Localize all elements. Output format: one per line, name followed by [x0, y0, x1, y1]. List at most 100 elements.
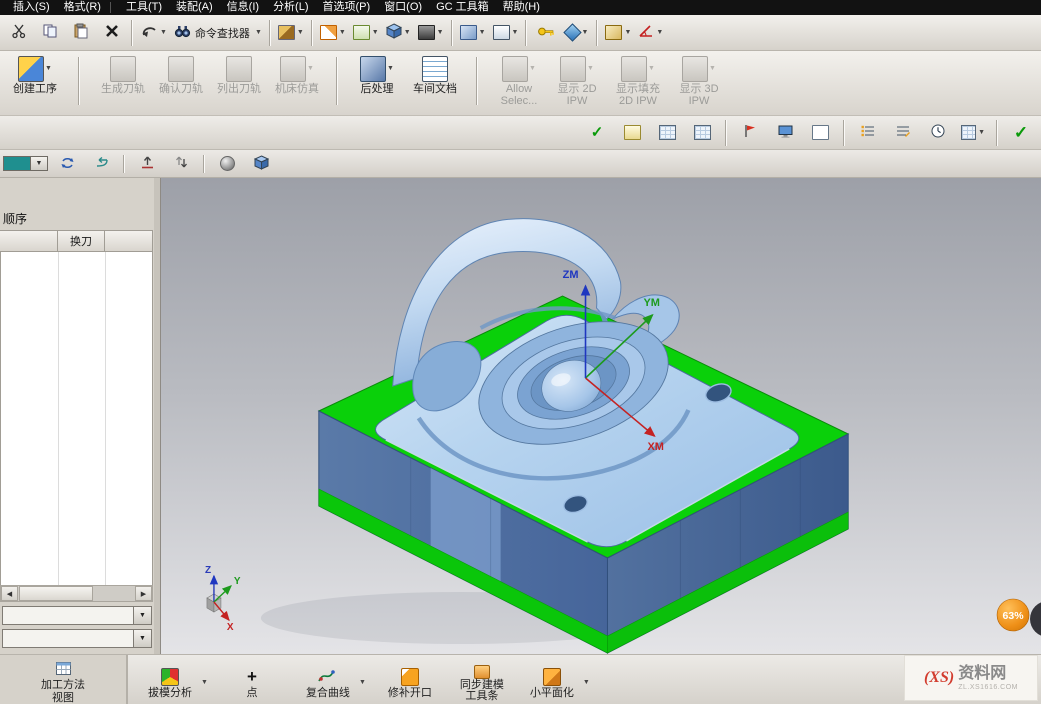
- show-fill-2d-ipw-button[interactable]: ▼ 显示填充 2D IPW: [606, 53, 670, 107]
- document-button[interactable]: [805, 118, 835, 147]
- table-icon: [659, 125, 676, 140]
- scroll-left-button[interactable]: ◀: [1, 586, 18, 601]
- combo-value: [2, 606, 133, 625]
- progress-badge: 63%: [997, 599, 1029, 631]
- grid-options-button[interactable]: ▼: [958, 118, 988, 147]
- scroll-thumb[interactable]: [19, 586, 93, 601]
- column-tool-change-header[interactable]: 换刀: [58, 231, 105, 251]
- edit-sheet-button[interactable]: [617, 118, 647, 147]
- solid-cube-button[interactable]: ▼: [383, 18, 414, 47]
- cut-button[interactable]: [4, 18, 34, 47]
- clock-button[interactable]: [923, 118, 953, 147]
- dropdown-icon: ▼: [978, 129, 985, 137]
- dropdown-icon[interactable]: ▼: [201, 679, 208, 687]
- flag-icon: [744, 124, 756, 141]
- table-view-button[interactable]: [652, 118, 682, 147]
- menu-preferences[interactable]: 首选项(P): [316, 0, 378, 15]
- toolbar-separator: [311, 20, 313, 46]
- measure-button[interactable]: ▼: [602, 18, 634, 47]
- ym-axis-label: YM: [643, 297, 659, 309]
- menu-insert[interactable]: 插入(S): [6, 0, 57, 15]
- approve-button[interactable]: ✓: [1006, 118, 1036, 147]
- orient-view-button[interactable]: ▼: [457, 18, 489, 47]
- list-toolpath-button[interactable]: 列出刀轨: [210, 53, 268, 95]
- menu-format[interactable]: 格式(R): [57, 0, 108, 15]
- monitor-button[interactable]: [770, 118, 800, 147]
- sketch-icon: [353, 25, 370, 40]
- create-operation-button[interactable]: ▼ 创建工序: [6, 53, 64, 95]
- navigator-combo-2[interactable]: ▼: [2, 629, 152, 648]
- generate-toolpath-button[interactable]: 生成刀轨: [94, 53, 152, 95]
- layer-filter-combo[interactable]: ▼: [3, 156, 48, 171]
- menu-tools[interactable]: 工具(T): [119, 0, 169, 15]
- menu-analysis[interactable]: 分析(L): [266, 0, 315, 15]
- copy-button[interactable]: [35, 18, 65, 47]
- sync-modeling-button[interactable]: 同步建模 工具条: [452, 665, 512, 702]
- style-brush-button[interactable]: ▼: [275, 18, 307, 47]
- machining-method-view-tab[interactable]: 加工方法 视图: [0, 655, 128, 704]
- csys-button[interactable]: ▼: [317, 18, 349, 47]
- cube-icon: [386, 23, 402, 42]
- show-2d-ipw-button[interactable]: ▼ 显示 2D IPW: [548, 53, 606, 107]
- key-button[interactable]: [531, 18, 561, 47]
- shaded-cube-icon: [254, 155, 269, 173]
- menu-help[interactable]: 帮助(H): [496, 0, 547, 15]
- flag-button[interactable]: [735, 118, 765, 147]
- table-edit-button[interactable]: [687, 118, 717, 147]
- dropdown-icon[interactable]: ▼: [133, 606, 152, 625]
- verify-check-button[interactable]: ✓: [582, 118, 612, 147]
- menu-gc-toolbox[interactable]: GC 工具箱: [429, 0, 496, 15]
- column-extra-header[interactable]: [105, 231, 152, 251]
- machine-simulation-button[interactable]: ▼ 机床仿真: [268, 53, 326, 95]
- composite-curve-button[interactable]: 复合曲线: [298, 667, 358, 699]
- copy-object-button[interactable]: [166, 149, 196, 178]
- column-name-header[interactable]: [0, 231, 58, 251]
- draft-analysis-button[interactable]: 拔模分析: [140, 667, 200, 699]
- menu-information[interactable]: 信息(I): [220, 0, 266, 15]
- paste-button[interactable]: [66, 18, 96, 47]
- method-view-icon: [56, 662, 71, 678]
- allow-select-button[interactable]: ▼ Allow Selec...: [490, 53, 548, 107]
- graphics-viewport[interactable]: ZM YM XM Z Y X: [161, 178, 1041, 654]
- display-style-button[interactable]: ▼: [415, 18, 447, 47]
- angle-button[interactable]: ▼: [635, 18, 666, 47]
- list-edit-button[interactable]: [888, 118, 918, 147]
- patch-opening-button[interactable]: 修补开口: [380, 667, 440, 699]
- postprocess-icon: [360, 56, 386, 82]
- delete-button[interactable]: [97, 18, 127, 47]
- return-button[interactable]: [86, 149, 116, 178]
- operations-toolbar: ▼ 创建工序 生成刀轨 确认刀轨 列出刀轨 ▼ 机床仿真 ▼ 后处理 车间文档: [0, 51, 1041, 116]
- dropdown-icon[interactable]: ▼: [359, 679, 366, 687]
- sketch-button[interactable]: ▼: [350, 18, 382, 47]
- gem-button[interactable]: ▼: [562, 18, 592, 47]
- command-finder-button[interactable]: 命令查找器 ▼: [171, 18, 265, 47]
- menu-window[interactable]: 窗口(O): [377, 0, 429, 15]
- window-button[interactable]: ▼: [490, 18, 522, 47]
- dropdown-icon: ▼: [297, 29, 304, 37]
- menu-assemblies[interactable]: 装配(A): [169, 0, 220, 15]
- machine-simulation-icon: [280, 56, 306, 82]
- update-display-button[interactable]: [52, 149, 82, 178]
- dropdown-icon[interactable]: ▼: [583, 679, 590, 687]
- scroll-right-button[interactable]: ▶: [135, 586, 152, 601]
- navigator-hscrollbar[interactable]: ◀ ▶: [0, 585, 153, 602]
- scroll-track[interactable]: [94, 586, 135, 601]
- nav-sphere[interactable]: [1030, 601, 1041, 637]
- verify-toolpath-button[interactable]: 确认刀轨: [152, 53, 210, 95]
- point-button[interactable]: + 点: [222, 667, 282, 699]
- verify-toolpath-icon: [168, 56, 194, 82]
- list-button[interactable]: [853, 118, 883, 147]
- move-object-button[interactable]: [132, 149, 162, 178]
- undo-button[interactable]: ▼: [137, 18, 170, 47]
- delete-x-icon: [105, 24, 119, 41]
- dropdown-icon[interactable]: ▼: [133, 629, 152, 648]
- shaded-sphere-button[interactable]: [212, 149, 242, 178]
- shaded-cube-button[interactable]: [246, 149, 276, 178]
- shop-documentation-button[interactable]: 车间文档: [406, 53, 464, 95]
- toolbar-separator: [78, 57, 80, 105]
- navigator-combo-1[interactable]: ▼: [2, 606, 152, 625]
- facet-button[interactable]: 小平面化: [522, 667, 582, 699]
- operation-tree[interactable]: [0, 252, 153, 585]
- postprocess-button[interactable]: ▼ 后处理: [348, 53, 406, 95]
- show-3d-ipw-button[interactable]: ▼ 显示 3D IPW: [670, 53, 728, 107]
